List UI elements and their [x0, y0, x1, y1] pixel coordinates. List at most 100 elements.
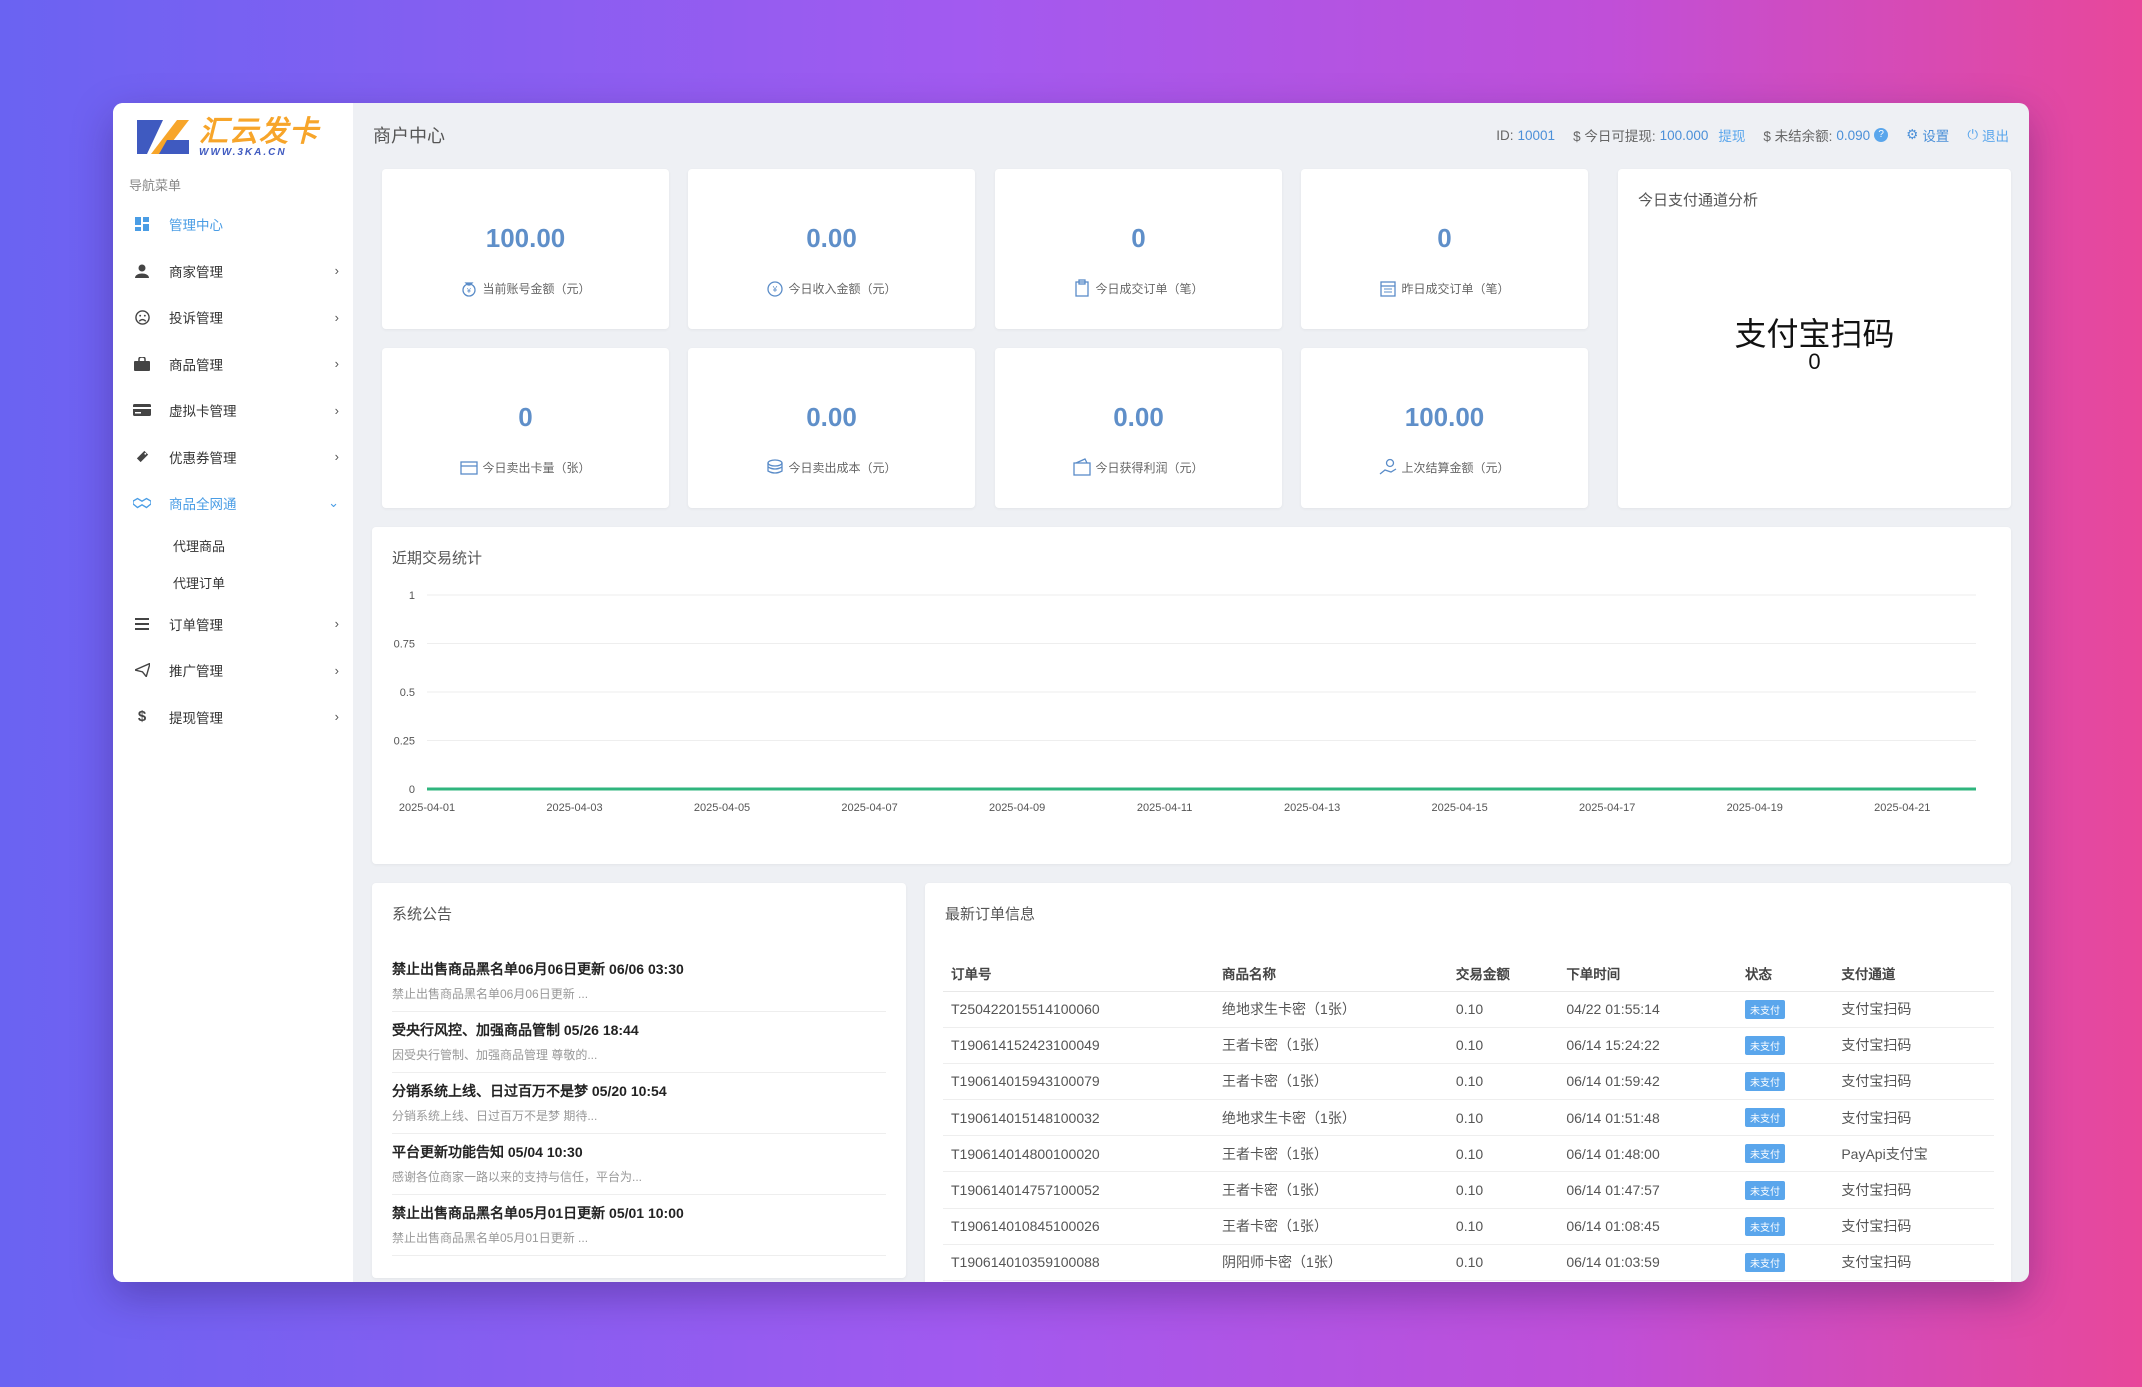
- table-cell: 0.10: [1447, 1027, 1559, 1064]
- status-cell: 未支付: [1736, 1208, 1834, 1245]
- table-cell: 06/14 01:03:59: [1558, 1244, 1737, 1282]
- table-cell: T250422015514100060: [943, 991, 1215, 1028]
- stat-card: 0.00 今日卖出成本（元）: [688, 348, 975, 508]
- announcement-item[interactable]: 平台更新功能告知 05/04 10:30 感谢各位商家一路以来的支持与信任，平台…: [392, 1134, 886, 1195]
- sidebar-item-virtual-cards[interactable]: 虚拟卡管理 ›: [113, 387, 353, 434]
- orders-card: 最新订单信息 订单号 商品名称 交易金额 下单时间 状态 支付通道 T2504220155…: [925, 883, 2011, 1282]
- sidebar-item-label: 提现管理: [169, 710, 223, 726]
- sidebar-item-label: 虚拟卡管理: [169, 404, 237, 420]
- sidebar-item-dashboard[interactable]: 管理中心: [113, 201, 353, 248]
- sidebar-subitem-agent-products[interactable]: 代理商品: [113, 527, 353, 564]
- announcement-item[interactable]: 禁止出售商品黑名单06月06日更新 06/06 03:30 禁止出售商品黑名单0…: [392, 951, 886, 1012]
- sidebar-item-withdraw[interactable]: $ 提现管理 ›: [113, 694, 353, 741]
- logo[interactable]: 汇云发卡 WWW.3KA.CN: [113, 103, 353, 171]
- column-header: 商品名称: [1214, 955, 1448, 992]
- sidebar-item-orders[interactable]: 订单管理 ›: [113, 601, 353, 648]
- announcement-item[interactable]: 受央行风控、加强商品管制 05/26 18:44 因受央行管制、加强商品管理 尊…: [392, 1012, 886, 1073]
- stat-label: 今日获得利润（元）: [1095, 460, 1204, 475]
- x-tick-label: 2025-04-15: [1432, 802, 1488, 814]
- announcement-title: 禁止出售商品黑名单05月01日更新 05/01 10:00: [392, 1205, 684, 1221]
- withdrawable-value: 100.000: [1659, 127, 1709, 143]
- stat-label: 上次结算金额（元）: [1401, 460, 1510, 475]
- sidebar-item-label: 商家管理: [169, 264, 223, 280]
- stat-label: 今日收入金额（元）: [788, 281, 897, 296]
- nav-title: 导航菜单: [129, 178, 182, 193]
- status-cell: 未支付: [1736, 1171, 1834, 1209]
- sidebar-item-products[interactable]: 商品管理 ›: [113, 341, 353, 388]
- status-badge: 未支付: [1744, 1180, 1785, 1200]
- sidebar-item-label: 商品管理: [169, 357, 223, 373]
- logout-button[interactable]: ⏻ 退出: [1967, 125, 2009, 145]
- settings-label: 设置: [1922, 129, 1950, 144]
- announcement-desc: 因受央行管制、加强商品管理 尊敬的...: [392, 1048, 598, 1062]
- table-cell: 王者卡密（1张）: [1214, 1208, 1448, 1245]
- table-cell: 王者卡密（1张）: [1214, 1063, 1448, 1101]
- logout-label: 退出: [1982, 129, 2009, 144]
- stat-label: 今日卖出卡量（张）: [482, 460, 591, 475]
- svg-text:¥: ¥: [468, 288, 472, 295]
- table-row[interactable]: T190614015943100079 王者卡密（1张） 0.10 06/14 01:…: [943, 1063, 1994, 1101]
- user-icon: [133, 262, 151, 280]
- table-row[interactable]: T190614014800100020 王者卡密（1张） 0.10 06/14 01:…: [943, 1135, 1994, 1173]
- table-row[interactable]: T190614014757100052 王者卡密（1张） 0.10 06/14 01:…: [943, 1171, 1994, 1209]
- table-cell: 0.10: [1447, 1099, 1559, 1137]
- table-row[interactable]: T190614152423100049 王者卡密（1张） 0.10 06/14 15:…: [943, 1027, 1994, 1064]
- unsettled-label: $ 未结余额:: [1763, 129, 1833, 144]
- sidebar-item-promotion[interactable]: 推广管理 ›: [113, 647, 353, 694]
- stat-card: 0 今日成交订单（笔）: [995, 169, 1282, 329]
- x-tick-label: 2025-04-11: [1137, 802, 1192, 814]
- status-badge: 未支付: [1744, 1252, 1785, 1272]
- announcement-desc: 禁止出售商品黑名单05月01日更新 ...: [392, 1231, 589, 1245]
- table-row[interactable]: T250422015514100060 绝地求生卡密（1张） 0.10 04/22 0…: [943, 991, 1994, 1028]
- y-tick-label: 0.75: [394, 639, 415, 651]
- announcement-item[interactable]: 禁止出售商品黑名单05月01日更新 05/01 10:00 禁止出售商品黑名单0…: [392, 1195, 886, 1256]
- settings-button[interactable]: ⚙ 设置: [1906, 125, 1949, 145]
- table-cell: 06/14 01:59:42: [1558, 1063, 1737, 1101]
- sidebar-item-coupons[interactable]: 优惠券管理 ›: [113, 434, 353, 481]
- table-cell: 0.10: [1447, 991, 1559, 1028]
- y-tick-label: 0: [409, 784, 415, 796]
- sidebar-item-label: 商品全网通: [169, 497, 237, 513]
- table-cell: 支付宝扫码: [1833, 991, 1994, 1028]
- help-icon[interactable]: ?: [1874, 128, 1889, 142]
- status-cell: 未支付: [1736, 1244, 1834, 1282]
- sidebar-item-merchants[interactable]: 商家管理 ›: [113, 248, 353, 295]
- handshake-icon: [133, 494, 151, 512]
- sidebar-item-network-products[interactable]: 商品全网通 ⌄: [113, 480, 353, 527]
- table-row[interactable]: T190614010845100026 王者卡密（1张） 0.10 06/14 01:…: [943, 1208, 1994, 1245]
- stat-value: 0: [1437, 223, 1452, 253]
- coins-icon: [767, 459, 784, 474]
- table-cell: 阴阳师卡密（1张）: [1214, 1244, 1448, 1282]
- status-badge: 未支付: [1744, 999, 1785, 1019]
- chevron-right-icon: ›: [334, 662, 339, 678]
- withdraw-link[interactable]: 提现: [1718, 125, 1745, 145]
- x-tick-label: 2025-04-17: [1579, 802, 1635, 814]
- status-badge: 未支付: [1744, 1071, 1785, 1091]
- chevron-right-icon: ›: [334, 402, 339, 418]
- stat-value: 0.00: [1113, 402, 1164, 432]
- ticket-icon: [133, 448, 151, 466]
- table-cell: 0.10: [1447, 1135, 1559, 1173]
- sidebar-item-complaints[interactable]: 投诉管理 ›: [113, 294, 353, 341]
- sidebar-subitem-agent-orders[interactable]: 代理订单: [113, 564, 353, 601]
- channel-analysis-card: 今日支付通道分析 支付宝扫码 0: [1618, 169, 2011, 508]
- list-icon: [133, 615, 151, 633]
- table-cell: 绝地求生卡密（1张）: [1214, 1099, 1448, 1137]
- column-header: 下单时间: [1558, 955, 1737, 992]
- merchant-id: ID: 10001: [1496, 128, 1555, 143]
- table-row[interactable]: T190614015148100032 绝地求生卡密（1张） 0.10 06/14 0…: [943, 1099, 1994, 1137]
- table-cell: 06/14 01:08:45: [1558, 1208, 1737, 1245]
- table-row[interactable]: T190614010359100088 阴阳师卡密（1张） 0.10 06/14 01…: [943, 1244, 1994, 1282]
- status-badge: 未支付: [1744, 1108, 1785, 1128]
- chevron-right-icon: ›: [334, 616, 339, 632]
- id-label: ID:: [1496, 127, 1514, 143]
- announcement-title: 平台更新功能告知 05/04 10:30: [392, 1144, 583, 1160]
- table-cell: 支付宝扫码: [1833, 1208, 1994, 1245]
- stat-value: 0: [1131, 223, 1146, 253]
- chevron-right-icon: ›: [334, 263, 339, 279]
- table-cell: 支付宝扫码: [1833, 1171, 1994, 1209]
- x-tick-label: 2025-04-03: [546, 802, 602, 814]
- chevron-right-icon: ›: [334, 709, 339, 725]
- y-tick-label: 0.25: [394, 736, 415, 748]
- announcement-item[interactable]: 分销系统上线、日过百万不是梦 05/20 10:54 分销系统上线、日过百万不是…: [392, 1073, 886, 1134]
